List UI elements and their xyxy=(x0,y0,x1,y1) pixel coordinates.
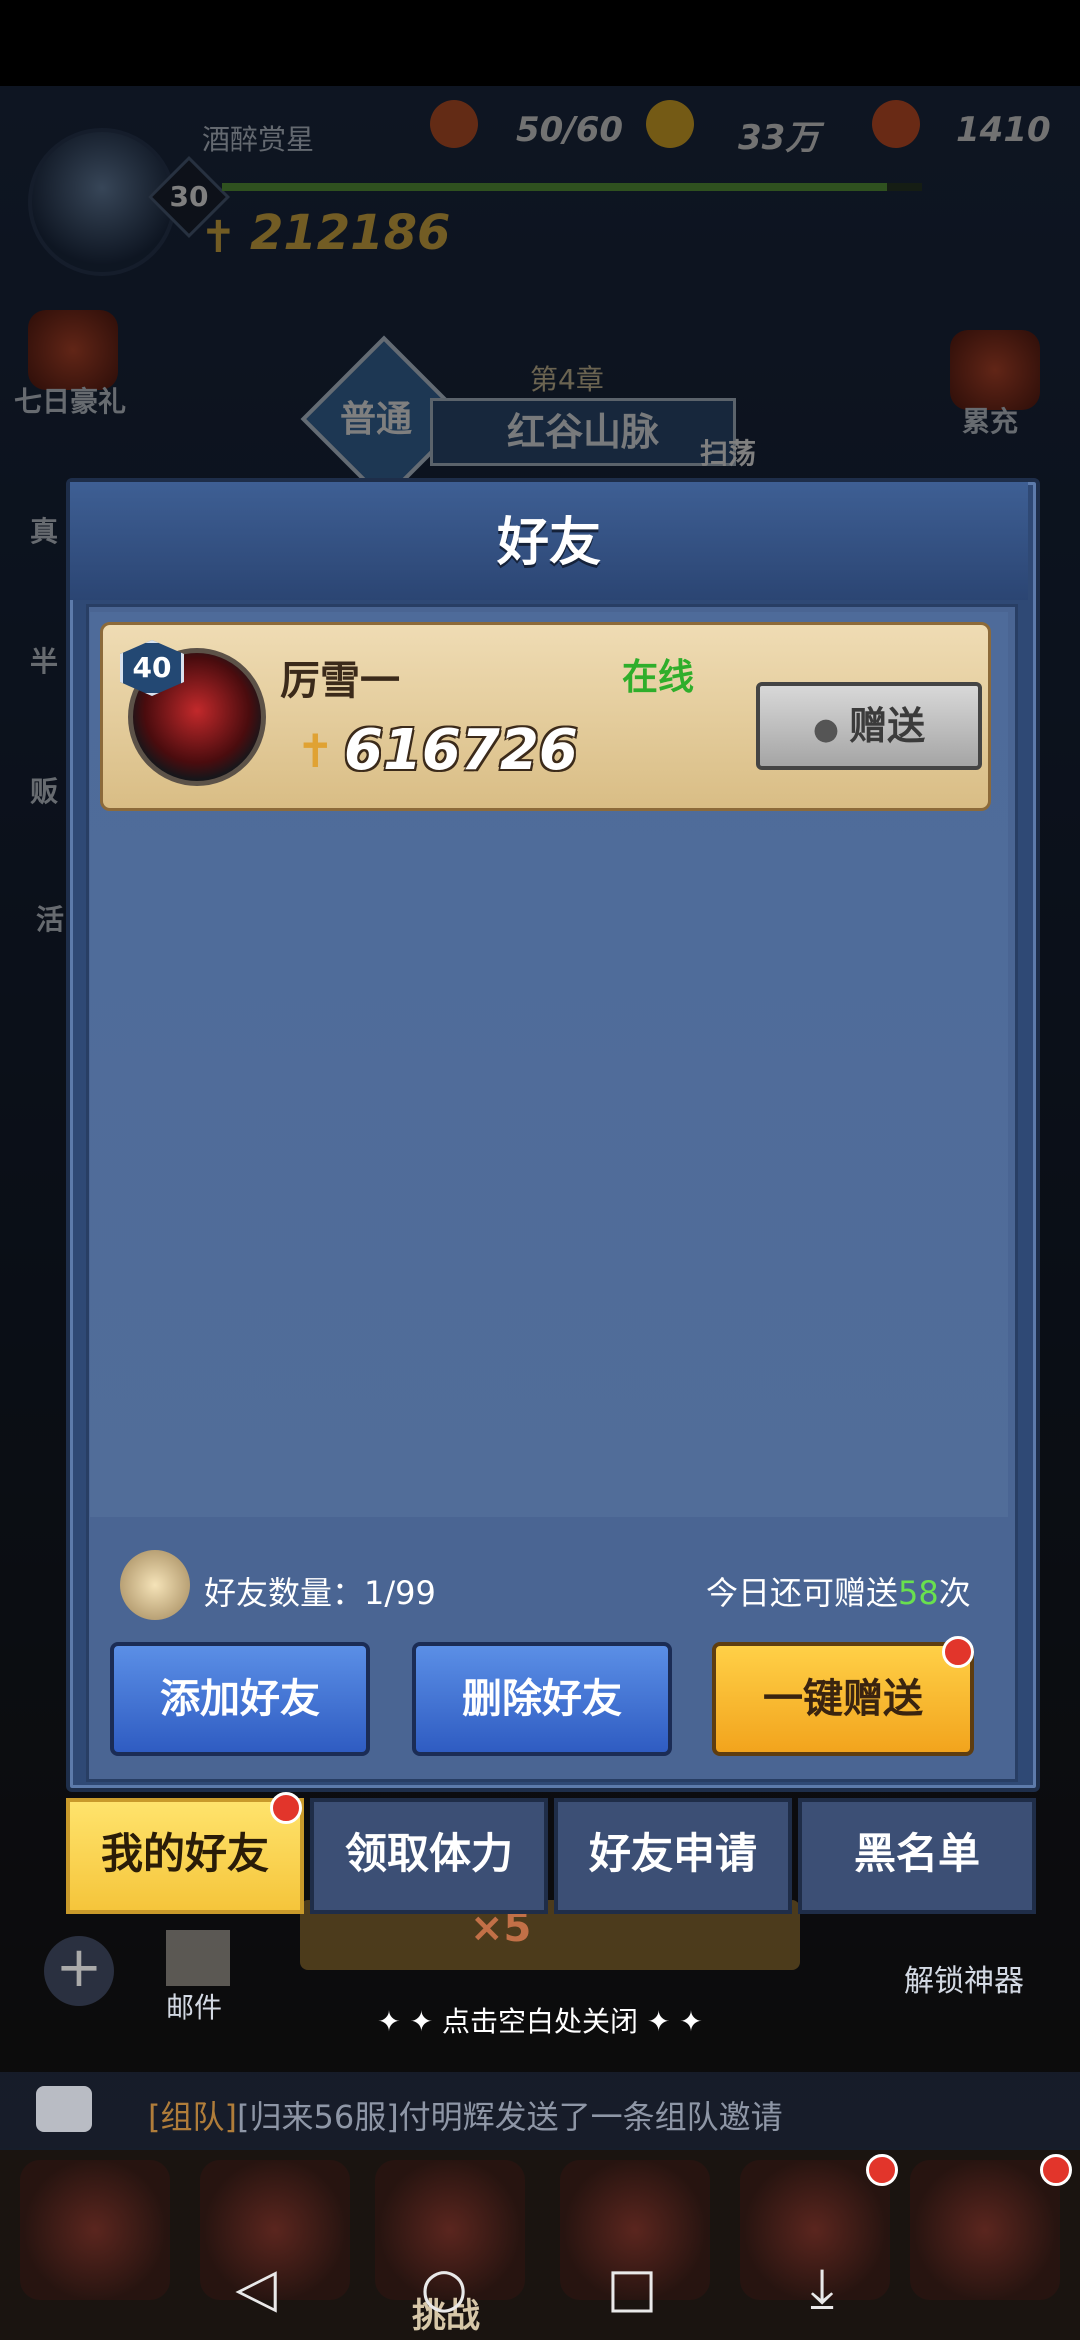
notification-dot xyxy=(866,2154,898,2186)
sword-icon: ✝ xyxy=(296,724,335,778)
plus-icon[interactable]: + xyxy=(44,1936,114,2006)
add-friend-button[interactable]: 添加好友 xyxy=(110,1642,370,1756)
download-icon[interactable]: ⤓ xyxy=(786,2252,858,2324)
friend-name: 厉雪一 xyxy=(280,658,400,704)
chat-channel-tag: [组队] xyxy=(148,2098,237,2136)
sparkle-icon: ✦ ✦ xyxy=(638,2005,703,2038)
gifts-remaining-suffix: 次 xyxy=(938,1574,971,1612)
chat-message[interactable]: [组队][归来56服]付明辉发送了一条组队邀请 xyxy=(148,2092,783,2138)
notification-dot xyxy=(942,1636,974,1668)
dialog-title: 好友 xyxy=(496,513,601,573)
back-icon[interactable]: ◁ xyxy=(220,2252,292,2324)
gifts-remaining-count: 58 xyxy=(898,1574,939,1612)
recents-icon[interactable]: □ xyxy=(596,2252,668,2324)
status-bar xyxy=(0,0,1080,86)
close-hint[interactable]: ✦ ✦ 点击空白处关闭 ✦ ✦ xyxy=(0,2000,1080,2040)
notification-dot xyxy=(1040,2154,1072,2186)
unlock-artifact-label: 解锁神器 xyxy=(904,1964,1024,1999)
tab-claim-stamina[interactable]: 领取体力 xyxy=(310,1798,548,1914)
drumstick-icon: ● xyxy=(812,712,840,747)
gift-button-label: 赠送 xyxy=(849,704,926,748)
mail-icon[interactable] xyxy=(166,1930,230,1986)
friend-level: 40 xyxy=(132,651,172,684)
friends-count-icon xyxy=(120,1550,190,1620)
tab-blacklist[interactable]: 黑名单 xyxy=(798,1798,1036,1914)
close-hint-text: 点击空白处关闭 xyxy=(441,2005,638,2038)
tab-my-friends[interactable]: 我的好友 xyxy=(66,1798,304,1914)
gift-all-button[interactable]: 一键赠送 xyxy=(712,1642,974,1756)
gift-button[interactable]: ● 赠送 xyxy=(756,682,982,770)
sparkle-icon: ✦ ✦ xyxy=(377,2005,442,2038)
chat-icon[interactable] xyxy=(36,2086,92,2132)
friend-power: 616726 xyxy=(344,718,578,783)
nav-item-1[interactable] xyxy=(20,2160,170,2300)
nav-item-6[interactable] xyxy=(910,2160,1060,2300)
delete-friend-button[interactable]: 删除好友 xyxy=(412,1642,672,1756)
gifts-remaining-prefix: 今日还可赠送 xyxy=(706,1574,899,1612)
home-icon[interactable]: ○ xyxy=(408,2252,480,2324)
chat-message-text: [归来56服]付明辉发送了一条组队邀请 xyxy=(236,2098,783,2136)
tab-friend-requests[interactable]: 好友申请 xyxy=(554,1798,792,1914)
friends-count: 好友数量：1/99 xyxy=(204,1574,436,1612)
notification-dot xyxy=(270,1792,302,1824)
gifts-remaining: 今日还可赠送58次 xyxy=(706,1568,971,1614)
friend-status: 在线 xyxy=(622,657,695,698)
